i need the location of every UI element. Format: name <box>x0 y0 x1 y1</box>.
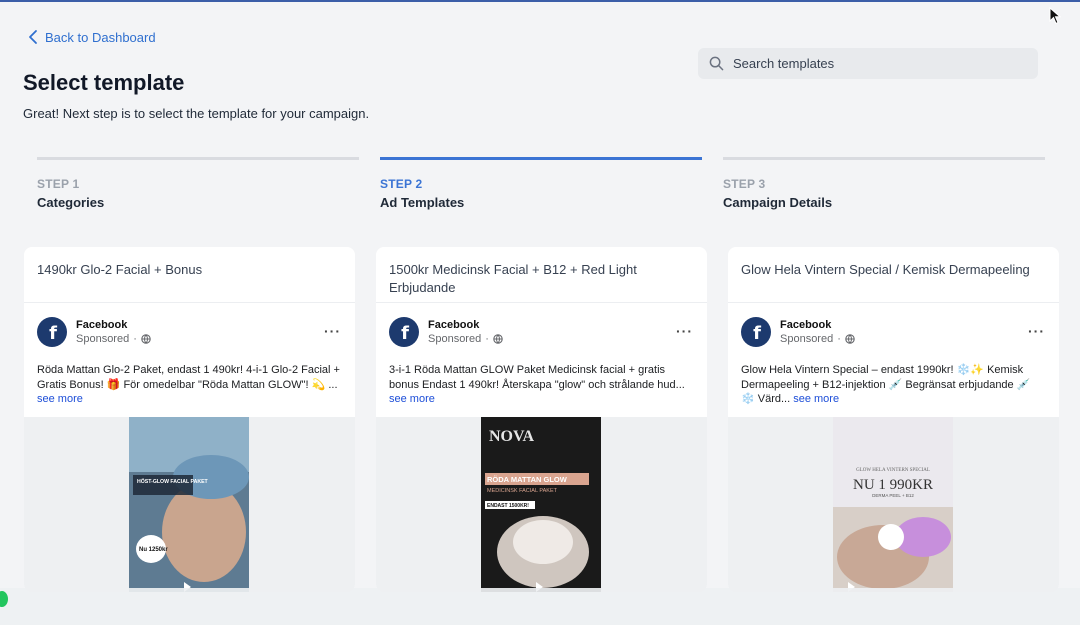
image-price: ENDAST 1500KR! <box>487 503 529 509</box>
image-subline: DERMA PEEL + B12 <box>872 493 914 498</box>
step-campaign-details[interactable]: STEP 3 Campaign Details <box>723 157 1045 210</box>
ad-body: Glow Hela Vintern Special – endast 1990k… <box>741 364 1031 405</box>
step-ad-templates[interactable]: STEP 2 Ad Templates <box>380 157 702 210</box>
image-brand: NOVA <box>489 428 534 445</box>
facebook-logo-icon: f <box>389 317 419 347</box>
more-dots-icon[interactable]: ··· <box>676 323 693 339</box>
ad-post-header: f Facebook Sponsored · ··· <box>728 303 1059 347</box>
image-price: Nu 1250kr <box>139 547 168 553</box>
ad-post-text: Röda Mattan Glo-2 Paket, endast 1 490kr!… <box>24 347 355 417</box>
template-card[interactable]: Glow Hela Vintern Special / Kemisk Derma… <box>728 247 1059 592</box>
step-number: STEP 1 <box>37 177 80 191</box>
image-subline: MEDICINSK FACIAL PAKET <box>487 488 558 494</box>
template-title: 1500kr Medicinsk Facial + B12 + Red Ligh… <box>376 247 707 303</box>
ad-creative-image: NOVA RÖDA MATTAN GLOW MEDICINSK FACIAL P… <box>481 417 601 592</box>
sponsored-label: Sponsored <box>780 333 834 345</box>
ad-media: NOVA RÖDA MATTAN GLOW MEDICINSK FACIAL P… <box>376 417 707 592</box>
globe-icon <box>493 334 503 344</box>
facebook-logo-icon: f <box>741 317 771 347</box>
template-card[interactable]: 1500kr Medicinsk Facial + B12 + Red Ligh… <box>376 247 707 592</box>
page-name: Facebook <box>428 319 480 331</box>
ad-creative-image: GLOW HELA VINTERN SPECIAL NU 1 990KR DER… <box>833 417 953 592</box>
sponsored-label: Sponsored <box>428 333 482 345</box>
mouse-cursor-icon <box>1049 7 1061 25</box>
search-icon <box>709 56 724 71</box>
bottom-overlay <box>0 588 1080 625</box>
more-dots-icon[interactable]: ··· <box>324 323 341 339</box>
globe-icon <box>141 334 151 344</box>
image-headline: HÖST-GLOW FACIAL PAKET <box>137 478 209 485</box>
step-name: Categories <box>37 195 105 210</box>
template-title: Glow Hela Vintern Special / Kemisk Derma… <box>728 247 1059 303</box>
image-headline: RÖDA MATTAN GLOW <box>487 475 568 484</box>
image-headline: GLOW HELA VINTERN SPECIAL <box>856 468 930 473</box>
search-box[interactable] <box>698 48 1038 79</box>
step-name: Campaign Details <box>723 195 833 210</box>
back-link-label: Back to Dashboard <box>45 29 156 45</box>
top-accent-line <box>0 0 1080 2</box>
ad-post-text: 3-i-1 Röda Mattan GLOW Paket Medicinsk f… <box>376 347 707 417</box>
page-title: Select template <box>23 70 185 95</box>
ad-creative-image: HÖST-GLOW FACIAL PAKET Nu 1250kr <box>129 417 249 592</box>
sponsored-label: Sponsored <box>76 333 130 345</box>
image-price: NU 1 990KR <box>853 477 933 493</box>
back-to-dashboard-link[interactable]: Back to Dashboard <box>28 29 156 45</box>
ad-media: GLOW HELA VINTERN SPECIAL NU 1 990KR DER… <box>728 417 1059 592</box>
facebook-logo-icon: f <box>37 317 67 347</box>
globe-icon <box>845 334 855 344</box>
ad-media: HÖST-GLOW FACIAL PAKET Nu 1250kr <box>24 417 355 592</box>
page-subtitle: Great! Next step is to select the templa… <box>23 106 370 121</box>
step-progress-bar <box>380 157 702 160</box>
page-name: Facebook <box>780 319 832 331</box>
step-progress-bar <box>37 157 359 160</box>
page-name: Facebook <box>76 319 128 331</box>
ad-body: Röda Mattan Glo-2 Paket, endast 1 490kr!… <box>37 364 340 391</box>
step-categories[interactable]: STEP 1 Categories <box>37 157 359 210</box>
see-more-link[interactable]: see more <box>793 393 839 405</box>
ad-post-header: f Facebook Sponsored · ··· <box>376 303 707 347</box>
template-card[interactable]: 1490kr Glo-2 Facial + Bonus f Facebook S… <box>24 247 355 592</box>
ad-body: 3-i-1 Röda Mattan GLOW Paket Medicinsk f… <box>389 364 685 391</box>
step-progress-bar <box>723 157 1045 160</box>
search-input[interactable] <box>733 56 1013 71</box>
step-number: STEP 3 <box>723 177 766 191</box>
ad-post-header: f Facebook Sponsored · ··· <box>24 303 355 347</box>
more-dots-icon[interactable]: ··· <box>1028 323 1045 339</box>
see-more-link[interactable]: see more <box>389 393 435 405</box>
step-number: STEP 2 <box>380 177 423 191</box>
ad-post-text: Glow Hela Vintern Special – endast 1990k… <box>728 347 1059 417</box>
template-title: 1490kr Glo-2 Facial + Bonus <box>24 247 355 303</box>
see-more-link[interactable]: see more <box>37 393 83 405</box>
step-name: Ad Templates <box>380 195 465 210</box>
chevron-left-icon <box>29 30 37 44</box>
